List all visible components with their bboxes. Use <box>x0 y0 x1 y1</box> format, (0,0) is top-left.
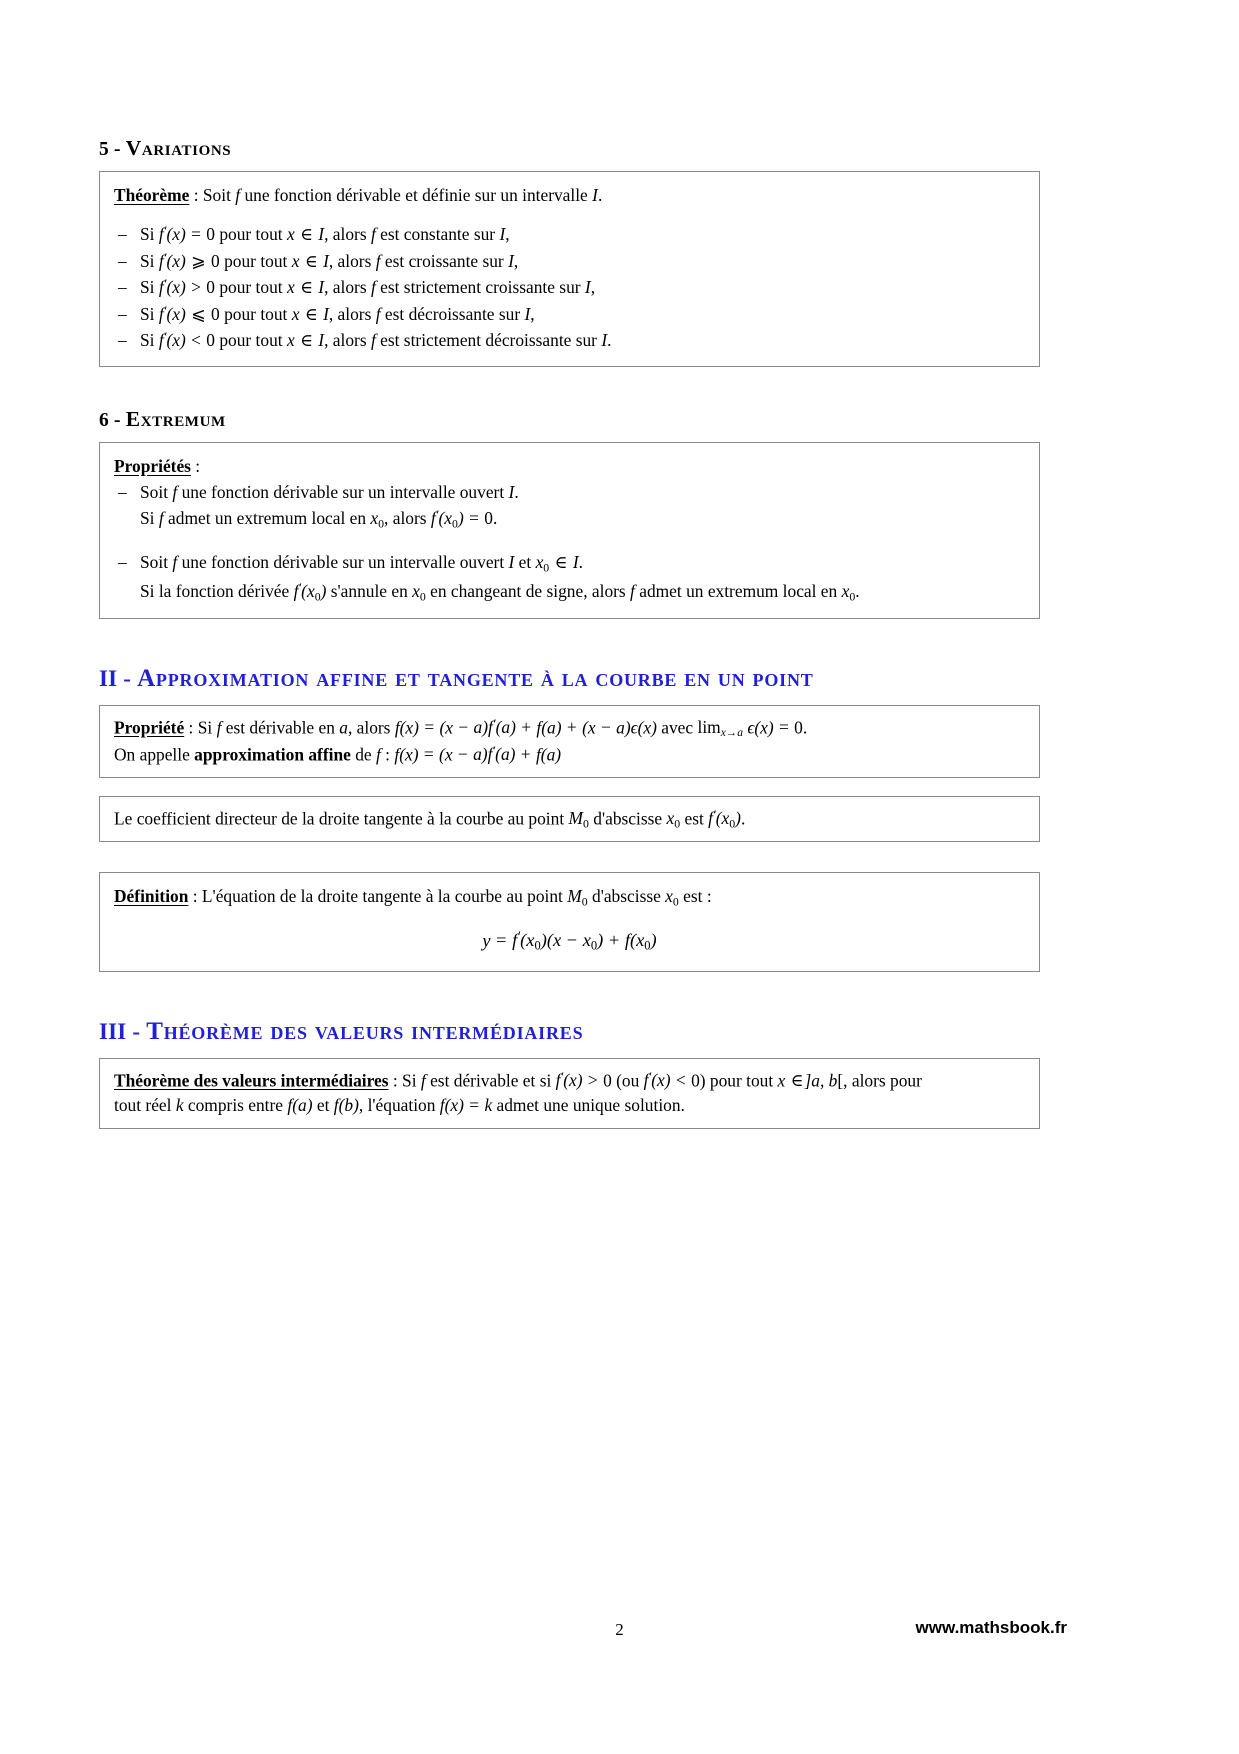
section-number-6: 6 - <box>99 409 121 431</box>
definition-tangente-box: Définition : L'équation de la droite tan… <box>99 872 1040 972</box>
tangente-equation: y = f′(x0)(x − x0) + f(x0) <box>482 928 657 953</box>
propriete-text-2: de f : f(x) = (x − a)f′(a) + f(a) <box>350 744 562 765</box>
section-heading-approximation: II - Approximation affine et tangente à … <box>99 665 1040 693</box>
tvi-box: Théorème des valeurs intermédiaires : Si… <box>99 1057 1040 1129</box>
list-item: Soit f une fonction dérivable sur un int… <box>114 549 1025 606</box>
section-number-5: 5 - <box>99 139 121 160</box>
proprietes-list-2: Soit f une fonction dérivable sur un int… <box>114 549 1025 606</box>
definition-text: : L'équation de la droite tangente à la … <box>188 886 712 909</box>
section-title-variations: Variations <box>125 136 232 160</box>
section-title-approximation: Approximation affine et tangente à la co… <box>137 665 814 693</box>
propriete-text-1: : Si f est dérivable en a, alors f(x) = … <box>184 717 808 740</box>
prop-line: Soit f une fonction dérivable sur un int… <box>140 481 519 502</box>
list-item: Si f′(x) ⩾ 0 pour tout x ∈ I, alors f es… <box>114 248 1025 275</box>
section-title-extremum: Extremum <box>125 406 226 431</box>
list-item: Soit f une fonction dérivable sur un int… <box>114 479 1025 534</box>
on-appelle-text: On appelle <box>114 744 195 765</box>
document-page: 5 - Variations Théorème : Soit f une fon… <box>0 0 1239 1754</box>
section-heading-variations: 5 - Variations <box>99 136 1040 161</box>
page-content: 5 - Variations Théorème : Soit f une fon… <box>99 136 1040 1129</box>
list-item: Si f′(x) ⩽ 0 pour tout x ∈ I, alors f es… <box>114 301 1025 328</box>
section-heading-extremum: 6 - Extremum <box>99 407 1040 432</box>
tvi-label: Théorème des valeurs intermédiaires <box>114 1070 389 1091</box>
tvi-line-1: Théorème des valeurs intermédiaires : Si… <box>114 1068 1025 1093</box>
prop-line: Si f admet un extremum local en x0, alor… <box>140 507 498 531</box>
proprietes-label-line: Propriétés : <box>114 454 1025 479</box>
section-title-tvi: Théorème des valeurs intermédiaires <box>146 1017 584 1045</box>
theoreme-intro-line: Théorème : Soit f une fonction dérivable… <box>114 183 1025 208</box>
coefficient-directeur-box: Le coefficient directeur de la droite ta… <box>99 795 1040 843</box>
list-item: Si f′(x) = 0 pour tout x ∈ I, alors f es… <box>114 221 1025 248</box>
tvi-text-1: : Si f est dérivable et si f′(x) > 0 (ou… <box>388 1069 922 1091</box>
propriete-line-1: Propriété : Si f est dérivable en a, alo… <box>114 715 1025 742</box>
propriete-approximation-box: Propriété : Si f est dérivable en a, alo… <box>99 705 1040 778</box>
propriete-line-2: On appelle approximation affine de f : f… <box>114 742 1025 767</box>
approximation-affine-term: approximation affine <box>194 744 351 765</box>
section-number-iii: III - <box>99 1018 141 1044</box>
section-number-ii: II - <box>99 666 132 692</box>
proprietes-label: Propriétés <box>114 455 191 476</box>
definition-label: Définition <box>114 886 189 907</box>
list-item: Si f′(x) < 0 pour tout x ∈ I, alors f es… <box>114 327 1025 354</box>
section-heading-tvi: III - Théorème des valeurs intermédiaire… <box>99 1018 1040 1046</box>
list-item: Si f′(x) > 0 pour tout x ∈ I, alors f es… <box>114 274 1025 301</box>
prop-line: Soit f une fonction dérivable sur un int… <box>140 552 583 575</box>
theoreme-label: Théorème <box>114 185 190 205</box>
coefficient-directeur-text: Le coefficient directeur de la droite ta… <box>114 807 746 831</box>
theoreme-variations-box: Théorème : Soit f une fonction dérivable… <box>99 171 1040 367</box>
website-footer: www.mathsbook.fr <box>915 1618 1067 1637</box>
proprietes-extremum-box: Propriétés : Soit f une fonction dérivab… <box>99 441 1040 620</box>
propriete-label: Propriété <box>114 717 185 738</box>
tvi-line-2: tout réel k compris entre f(a) et f(b), … <box>114 1095 685 1116</box>
prop-line: Si la fonction dérivée f′(x0) s'annule e… <box>140 580 860 604</box>
definition-line: Définition : L'équation de la droite tan… <box>114 884 1025 910</box>
proprietes-list: Soit f une fonction dérivable sur un int… <box>114 479 1025 534</box>
theoreme-intro-text: : Soit f une fonction dérivable et défin… <box>189 185 603 205</box>
proprietes-colon: : <box>190 455 201 476</box>
variations-list: Si f′(x) = 0 pour tout x ∈ I, alors f es… <box>114 221 1025 354</box>
